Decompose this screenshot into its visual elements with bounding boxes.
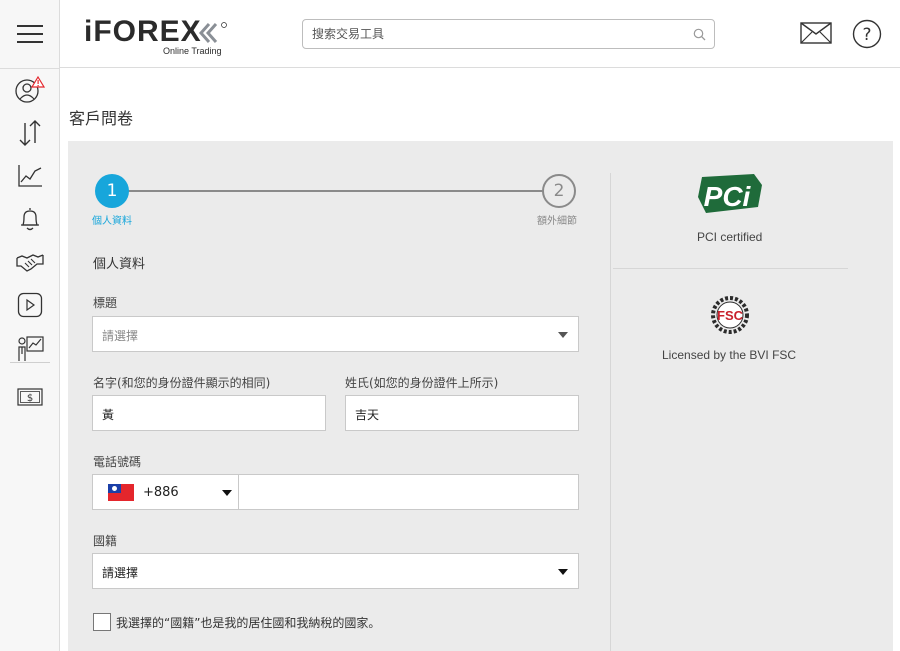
nationality-select[interactable]: 請選擇 (92, 553, 579, 589)
fsc-caption: Licensed by the BVI FSC (662, 348, 797, 362)
sidebar-item-deals[interactable] (0, 240, 60, 283)
last-name-field[interactable]: 吉天 (345, 395, 579, 431)
help-icon[interactable]: ? (852, 19, 882, 49)
chevron-down-icon (558, 332, 568, 338)
play-video-icon (17, 292, 43, 317)
pci-caption: PCI certified (697, 230, 763, 244)
country-code-value: +886 (143, 485, 179, 500)
investor-chart-icon (18, 335, 44, 361)
badge-divider (613, 268, 848, 269)
user-alert-icon (15, 75, 46, 103)
hamburger-menu-button[interactable] (0, 0, 60, 68)
taiwan-flag-icon (108, 484, 134, 501)
chart-icon (18, 164, 42, 187)
iforex-logo[interactable]: iFOREX Online Trading (84, 14, 234, 58)
first-name-field[interactable]: 黃 (92, 395, 326, 431)
pci-logo-text: PCi (704, 181, 752, 212)
top-header: iFOREX Online Trading ? (60, 0, 900, 68)
logo-tagline: Online Trading (163, 46, 222, 56)
mail-icon[interactable] (800, 22, 832, 44)
page-title: 客戶問卷 (69, 109, 134, 128)
search-input[interactable] (303, 20, 683, 48)
sidebar-item-videos[interactable] (0, 283, 60, 326)
sidebar-divider (10, 362, 50, 363)
title-label: 標題 (93, 296, 118, 310)
last-name-value: 吉天 (355, 408, 380, 422)
sidebar-item-funds[interactable]: $ (0, 375, 60, 418)
first-name-label: 名字(和您的身份證件顯示的相同) (93, 376, 271, 390)
sidebar-item-trade[interactable] (0, 111, 60, 154)
phone-divider (238, 475, 239, 509)
fsc-seal-logo: FSC (711, 296, 749, 334)
title-select-placeholder: 請選擇 (102, 329, 139, 343)
phone-label: 電話號碼 (93, 455, 142, 469)
residence-checkbox-label: 我選擇的“國籍”也是我的居住國和我納稅的國家。 (116, 616, 381, 630)
column-divider (610, 173, 611, 651)
svg-text:$: $ (27, 393, 33, 404)
title-select[interactable]: 請選擇 (92, 316, 579, 352)
trade-arrows-icon (19, 119, 41, 146)
fsc-logo-text: FSC (717, 308, 744, 323)
nationality-select-value: 請選擇 (102, 566, 139, 580)
logo-wordmark: iFOREX (84, 15, 202, 48)
country-code-select[interactable]: +886 (93, 475, 238, 509)
first-name-value: 黃 (102, 408, 115, 422)
search-icon[interactable] (693, 28, 706, 41)
questionnaire-panel: 1 2 個人資料 額外細節 個人資料 標題 請選擇 名字(和您的身份證件顯示的相… (68, 141, 893, 651)
chevron-down-icon (222, 490, 232, 496)
chevron-down-icon (558, 569, 568, 575)
phone-field: +886 (92, 474, 579, 510)
stepper-line (113, 190, 543, 192)
svg-text:?: ? (862, 25, 871, 45)
section-title: 個人資料 (93, 257, 146, 272)
logo-chevrons-icon (198, 22, 227, 43)
pci-logo: PCi (698, 174, 762, 213)
bell-icon (21, 207, 39, 230)
nationality-label: 國籍 (93, 534, 118, 548)
dollar-bill-icon: $ (17, 387, 43, 406)
step-2-circle: 2 (542, 174, 576, 208)
sidebar-item-account[interactable] (0, 68, 60, 111)
sidebar-item-alerts[interactable] (0, 197, 60, 240)
step-1-label: 個人資料 (92, 216, 132, 227)
sidebar-item-charts[interactable] (0, 154, 60, 197)
step-2-label: 額外細節 (537, 216, 577, 227)
step-1-circle: 1 (95, 174, 129, 208)
search-box (302, 19, 715, 49)
hamburger-icon (17, 25, 43, 43)
last-name-label: 姓氏(如您的身份證件上所示) (345, 376, 499, 390)
residence-checkbox[interactable] (93, 613, 111, 631)
handshake-icon (16, 253, 44, 272)
left-sidebar: $ (0, 0, 60, 651)
